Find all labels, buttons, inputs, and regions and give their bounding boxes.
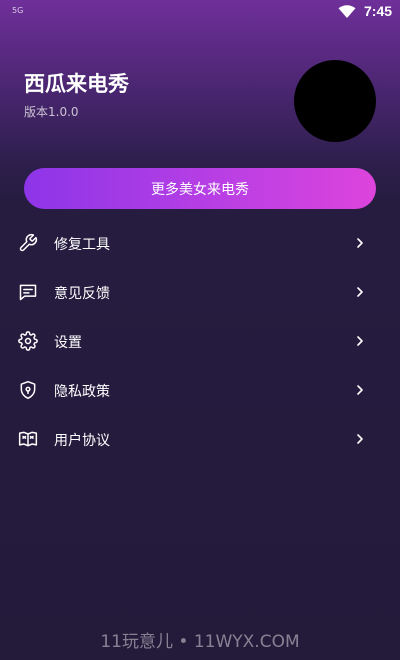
menu-item-privacy-policy[interactable]: 隐私政策 [0,366,400,415]
menu-item-repair-tool[interactable]: 修复工具 [0,219,400,268]
wrench-icon [18,233,38,253]
version-label: 版本1.0.0 [24,105,79,119]
menu-item-label: 隐私政策 [54,384,110,400]
shield-icon [18,380,38,400]
chevron-right-icon [354,237,366,249]
network-indicator: 5G [12,6,24,15]
more-shows-button[interactable]: 更多美女来电秀 [24,168,376,209]
app-title: 西瓜来电秀 [24,72,129,96]
chevron-right-icon [354,335,366,347]
menu-list: 修复工具 意见反馈 设置 隐私政策 用户协议 [0,219,400,464]
menu-item-label: 修复工具 [54,237,110,253]
feedback-icon [18,282,38,302]
avatar[interactable] [294,60,376,142]
chevron-right-icon [354,433,366,445]
menu-item-label: 用户协议 [54,433,110,449]
menu-item-label: 设置 [54,335,82,351]
chevron-right-icon [354,384,366,396]
chevron-right-icon [354,286,366,298]
wifi-icon [338,4,356,19]
watermark: 11玩意儿 • 11WYX.COM [100,632,300,652]
menu-item-feedback[interactable]: 意见反馈 [0,268,400,317]
book-icon [18,429,38,449]
menu-item-label: 意见反馈 [54,286,110,302]
menu-item-user-agreement[interactable]: 用户协议 [0,415,400,464]
status-bar: 5G 7:45 [0,0,400,24]
settings-screen: 5G 7:45 西瓜来电秀 版本1.0.0 更多美女来电秀 修复工具 意见反馈 … [0,0,400,660]
gear-icon [18,331,38,351]
status-time: 7:45 [364,3,393,19]
menu-item-settings[interactable]: 设置 [0,317,400,366]
